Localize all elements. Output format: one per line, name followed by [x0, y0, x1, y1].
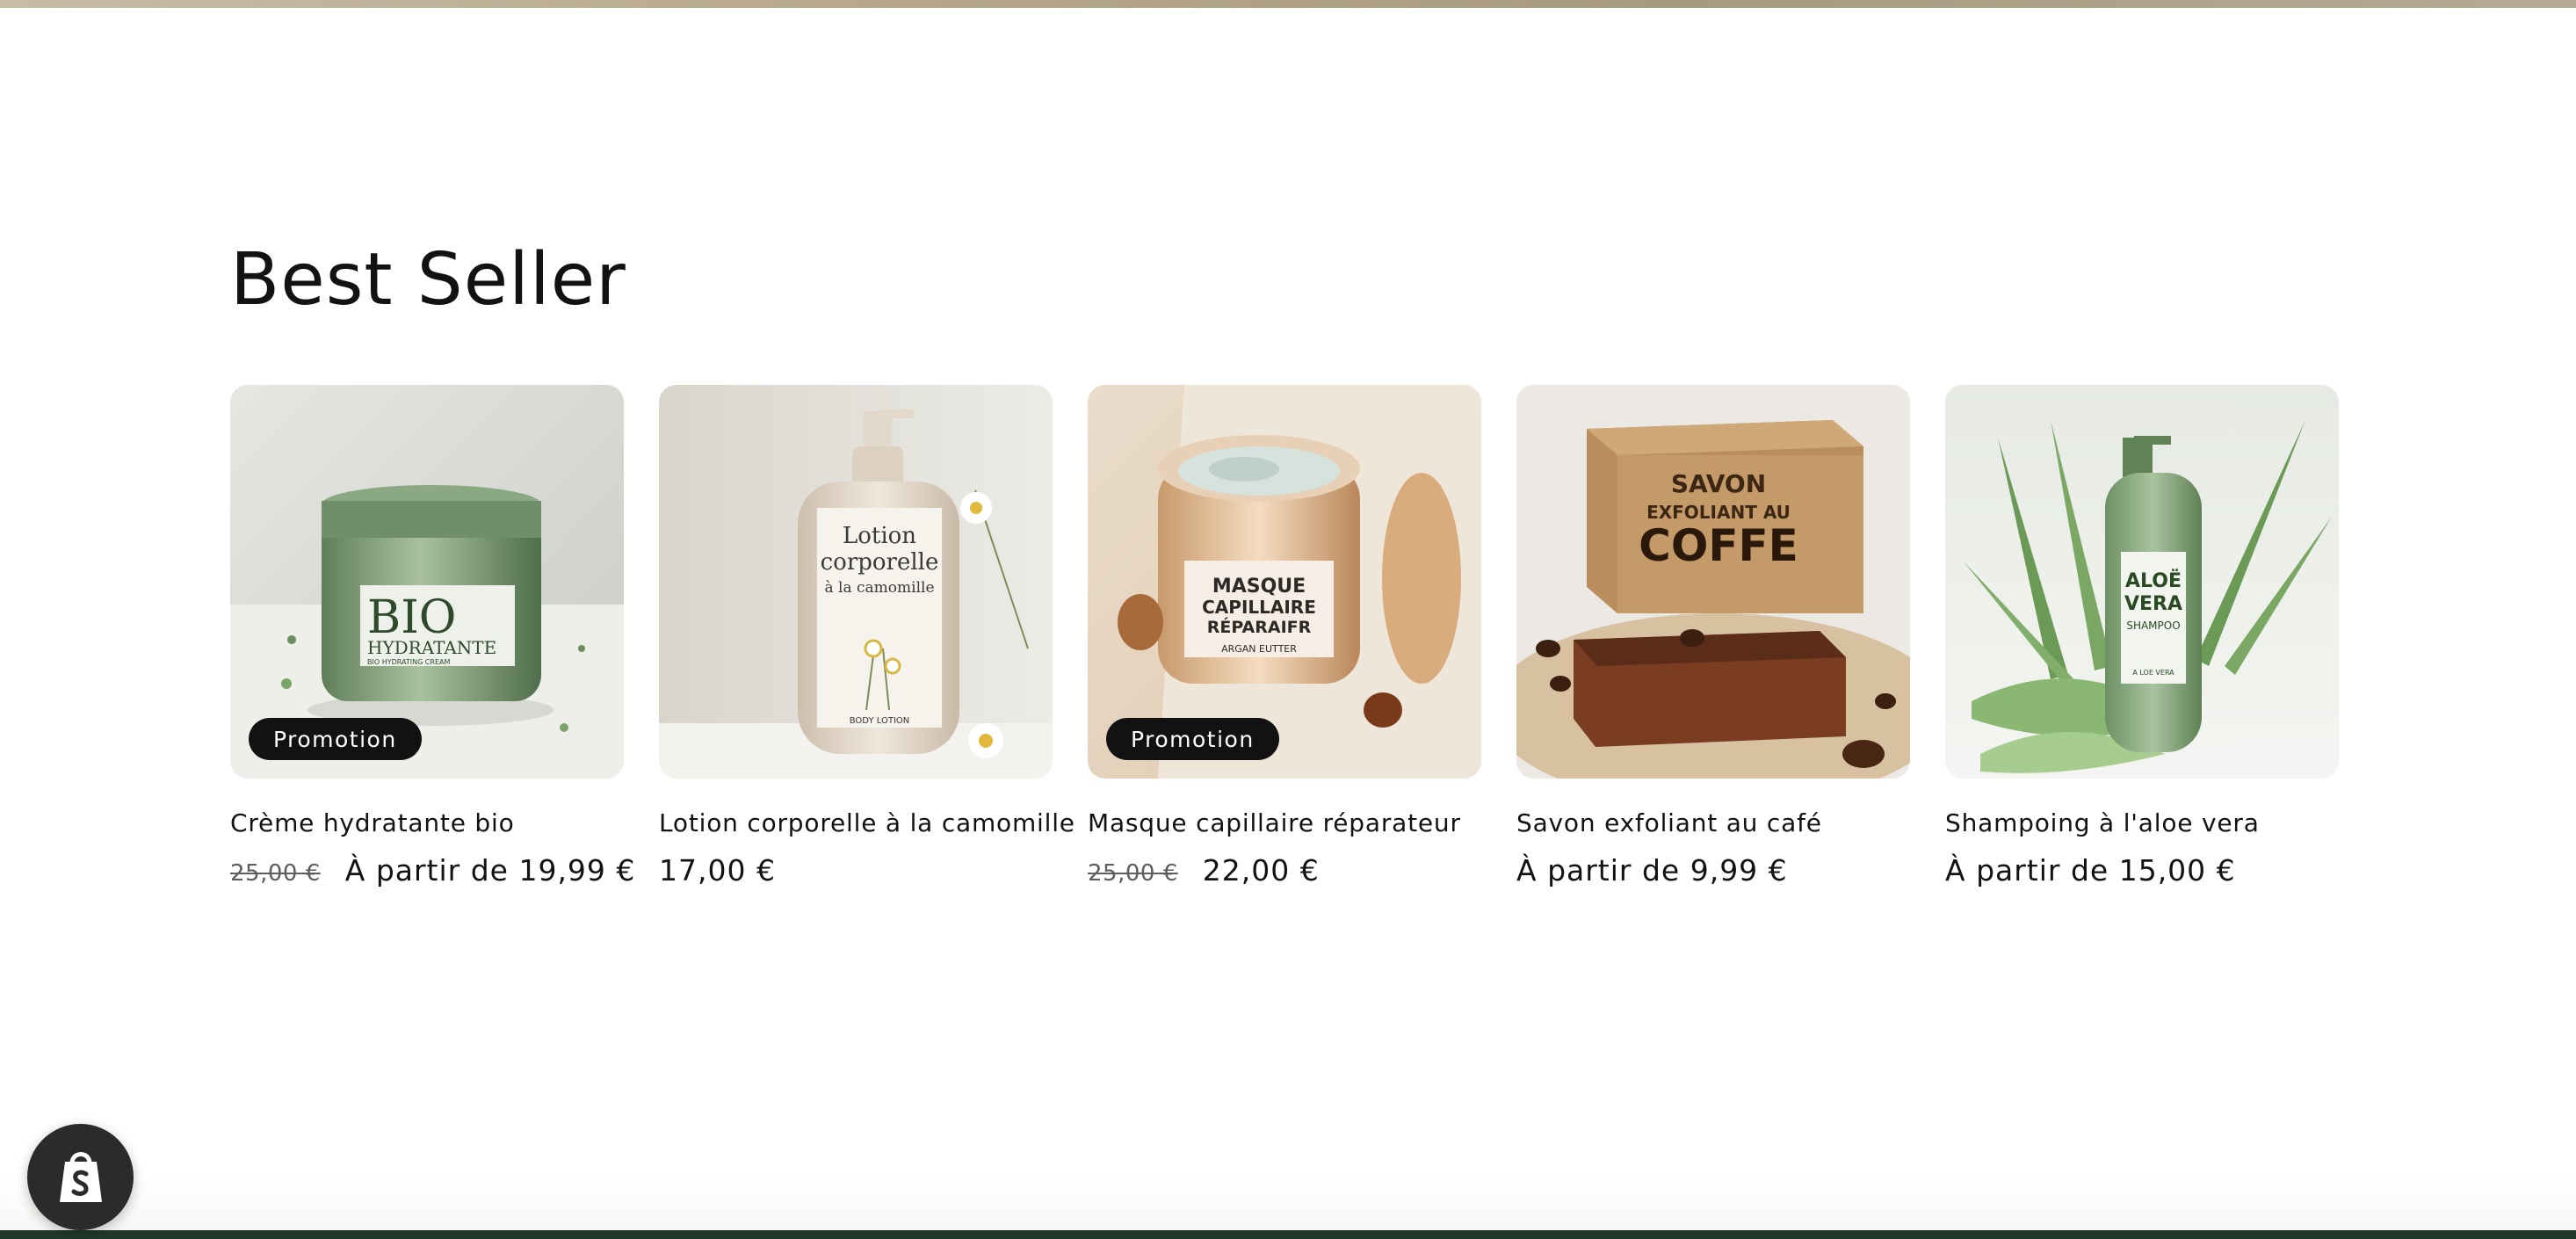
sale-price: À partir de 19,99 € [344, 853, 636, 888]
svg-text:corporelle: corporelle [821, 549, 939, 576]
product-image[interactable]: SAVON EXFOLIANT AU COFFE [1516, 385, 1910, 779]
compare-at-price: 25,00 € [230, 860, 321, 887]
price-row: 25,00 € 22,00 € [1088, 853, 1481, 888]
product-card[interactable]: MASQUE CAPILLAIRE RÉPARAIFR ARGAN EUTTER… [1088, 385, 1481, 888]
product-title[interactable]: Savon exfoliant au café [1516, 808, 1910, 837]
aloe-shampoo-image: ALOË VERA SHAMPOO A LOE VERA [1945, 385, 2339, 779]
product-card[interactable]: ALOË VERA SHAMPOO A LOE VERA Shampoing à… [1945, 385, 2339, 888]
footer-fade [0, 1177, 2576, 1230]
regular-price: 17,00 € [659, 853, 776, 888]
svg-text:BODY LOTION: BODY LOTION [850, 716, 910, 726]
sale-price: 22,00 € [1202, 853, 1320, 888]
svg-text:BIO: BIO [367, 591, 456, 644]
promotion-badge: Promotion [1106, 718, 1279, 760]
price-row: 25,00 € À partir de 19,99 € [230, 853, 634, 888]
product-title[interactable]: Shampoing à l'aloe vera [1945, 808, 2339, 837]
compare-at-price: 25,00 € [1088, 860, 1178, 887]
footer-top-strip [0, 1230, 2576, 1239]
svg-text:Lotion: Lotion [843, 523, 916, 549]
price-row: 17,00 € [659, 853, 1053, 888]
lotion-bottle-image: Lotion corporelle à la camomille BODY LO… [659, 385, 1053, 779]
product-image[interactable]: MASQUE CAPILLAIRE RÉPARAIFR ARGAN EUTTER… [1088, 385, 1481, 779]
product-title[interactable]: Masque capillaire réparateur [1088, 808, 1481, 837]
shopify-bag-icon [53, 1144, 109, 1211]
regular-price: À partir de 15,00 € [1945, 853, 2236, 888]
product-image[interactable]: ALOË VERA SHAMPOO A LOE VERA [1945, 385, 2339, 779]
product-image[interactable]: Lotion corporelle à la camomille BODY LO… [659, 385, 1053, 779]
price-row: À partir de 15,00 € [1945, 853, 2339, 888]
svg-text:MASQUE: MASQUE [1212, 576, 1306, 598]
promotion-badge: Promotion [249, 718, 422, 760]
svg-text:ALOË: ALOË [2125, 569, 2182, 592]
svg-text:à la camomille: à la camomille [824, 579, 934, 597]
product-title[interactable]: Crème hydratante bio [230, 808, 624, 837]
product-title[interactable]: Lotion corporelle à la camomille [659, 808, 1075, 837]
product-card[interactable]: SAVON EXFOLIANT AU COFFE Savon exfoliant… [1516, 385, 1910, 888]
svg-text:A LOE VERA: A LOE VERA [2132, 669, 2174, 677]
product-card[interactable]: Lotion corporelle à la camomille BODY LO… [659, 385, 1075, 888]
svg-text:CAPILLAIRE: CAPILLAIRE [1202, 597, 1316, 618]
price-row: À partir de 9,99 € [1516, 853, 1910, 888]
product-grid: BIO HYDRATANTE BIO HYDRATING CREAM Promo… [230, 385, 2339, 888]
product-image[interactable]: BIO HYDRATANTE BIO HYDRATING CREAM Promo… [230, 385, 624, 779]
svg-text:COFFE: COFFE [1639, 520, 1798, 571]
svg-text:RÉPARAIFR: RÉPARAIFR [1207, 617, 1312, 637]
coffee-soap-image: SAVON EXFOLIANT AU COFFE [1516, 385, 1910, 779]
svg-text:SAVON: SAVON [1671, 469, 1766, 498]
product-card[interactable]: BIO HYDRATANTE BIO HYDRATING CREAM Promo… [230, 385, 634, 888]
shopify-button[interactable] [27, 1124, 134, 1230]
header-bottom-strip [0, 0, 2576, 8]
regular-price: À partir de 9,99 € [1516, 853, 1788, 888]
svg-text:BIO HYDRATING CREAM: BIO HYDRATING CREAM [367, 658, 450, 666]
svg-text:SHAMPOO: SHAMPOO [2126, 620, 2180, 632]
svg-text:VERA: VERA [2124, 593, 2182, 615]
svg-text:ARGAN EUTTER: ARGAN EUTTER [1221, 643, 1297, 655]
section-title: Best Seller [230, 238, 626, 322]
svg-text:HYDRATANTE: HYDRATANTE [367, 637, 496, 658]
